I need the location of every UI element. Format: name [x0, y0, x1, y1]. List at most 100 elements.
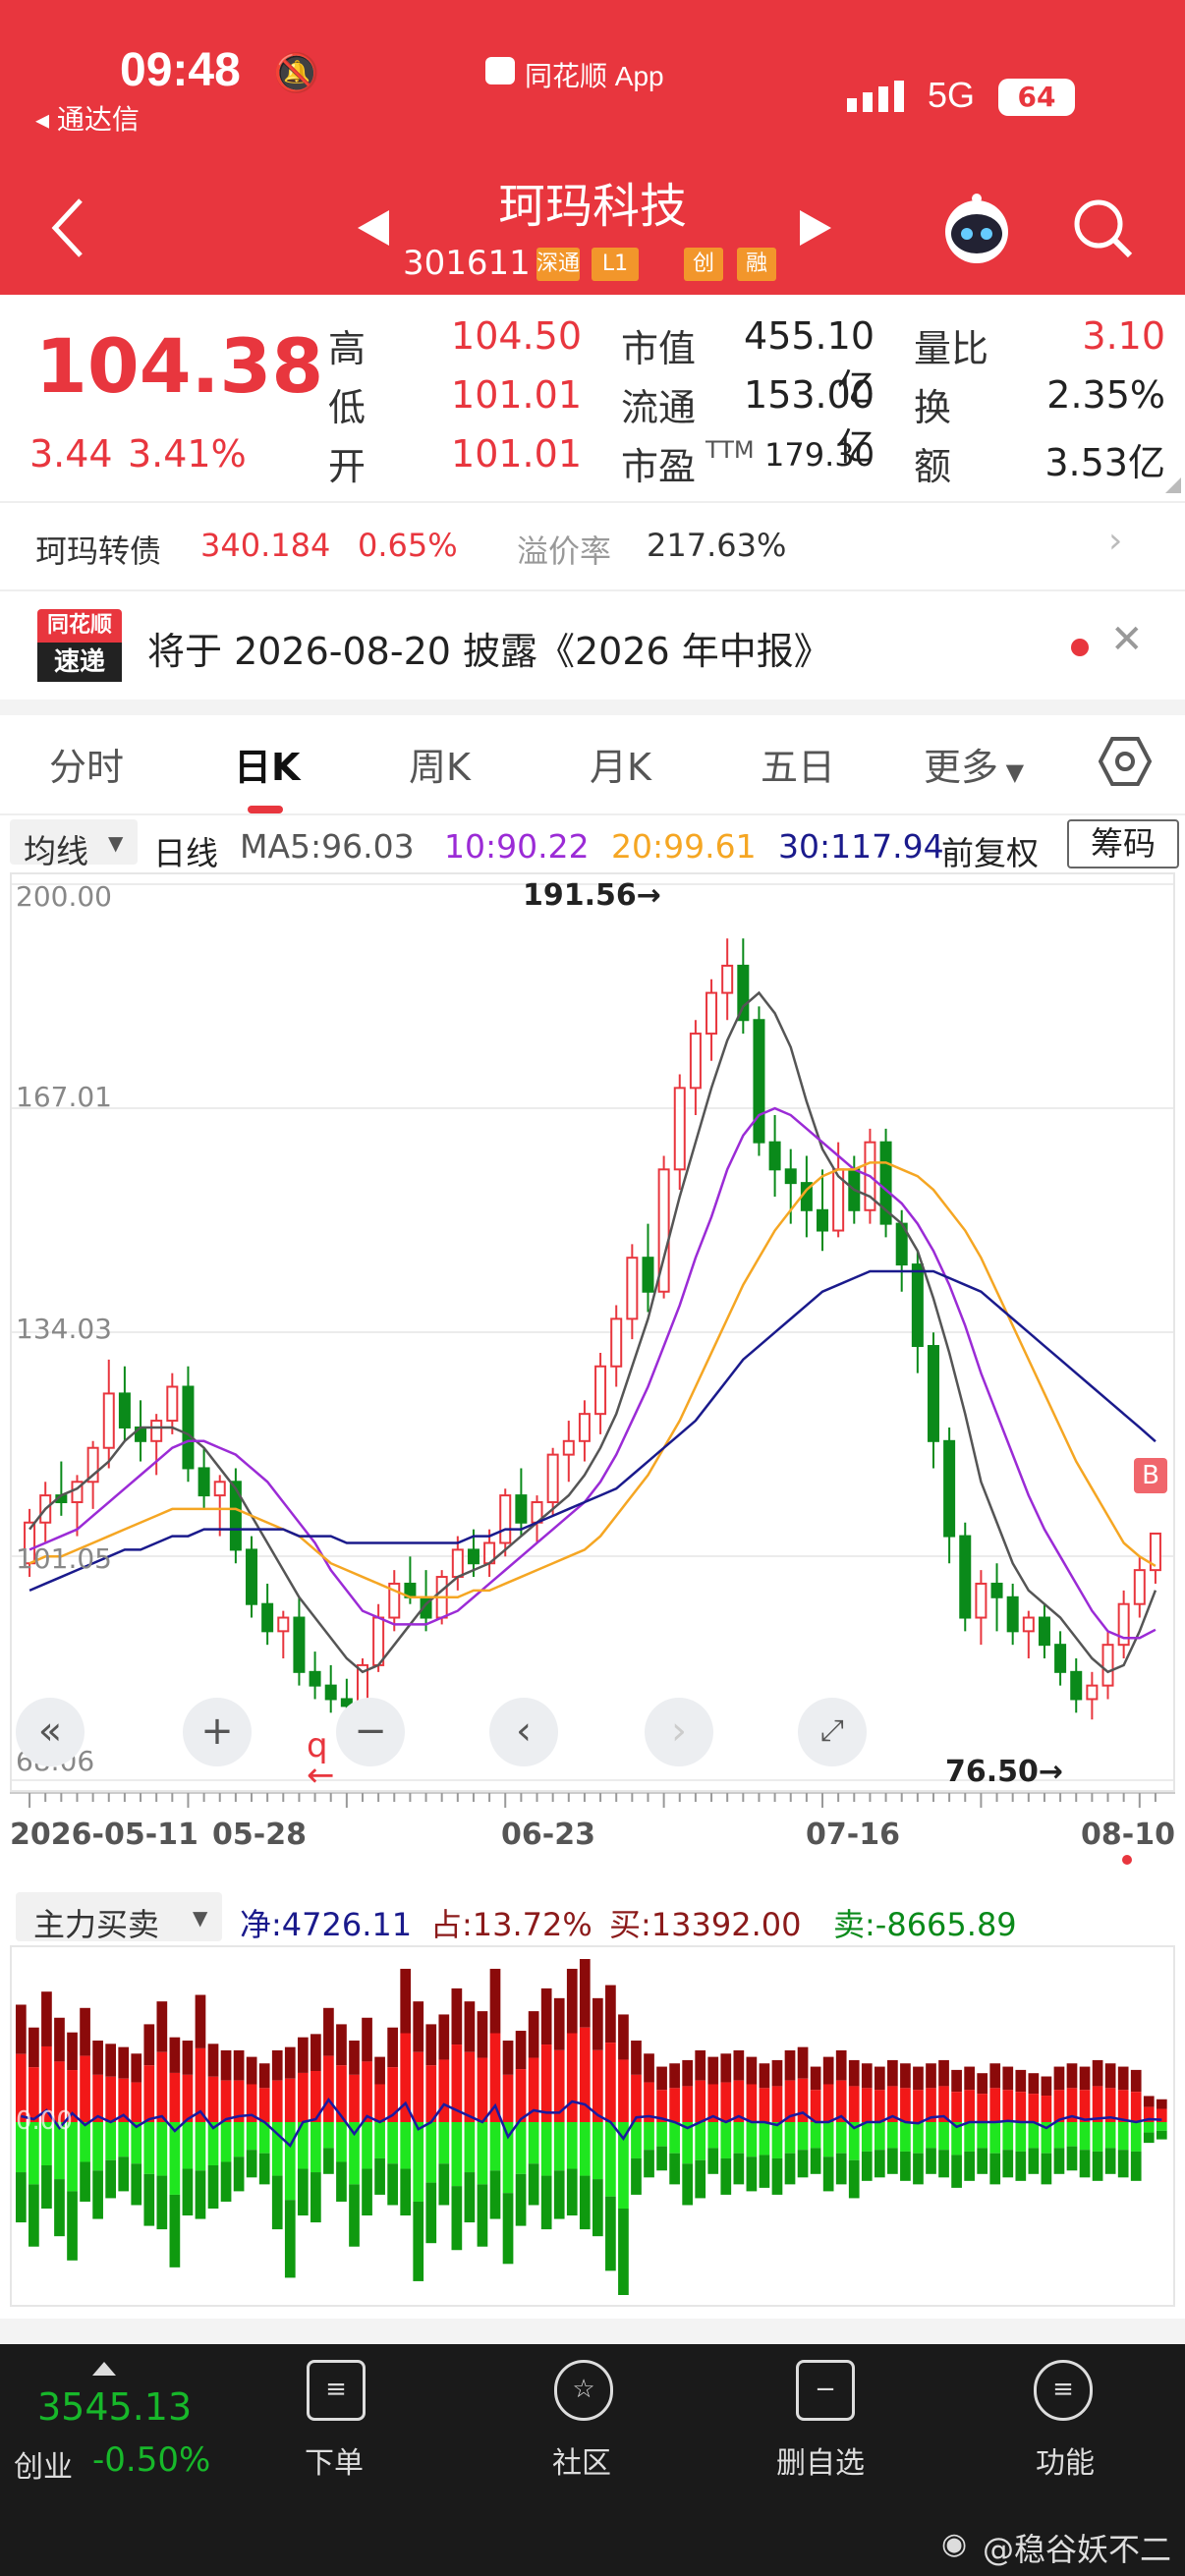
- stock-header: 09:48 🔕 ◂ 通达信 同花顺 App 5G 64 珂玛科技 301611 …: [0, 0, 1185, 295]
- flow-buy-bar: [759, 2088, 770, 2122]
- flow-buy-bar: [258, 2088, 270, 2122]
- candle-body: [1054, 1644, 1067, 1673]
- flow-sell-dark-bar: [425, 2182, 437, 2244]
- tab-monthly-k[interactable]: 月K: [590, 737, 651, 791]
- tab-five-day[interactable]: 五日: [761, 737, 835, 791]
- flow-sell-dark-bar: [1041, 2153, 1052, 2185]
- close-icon[interactable]: ✕: [1110, 617, 1144, 662]
- tab-intraday[interactable]: 分时: [49, 737, 124, 791]
- x-tick-label: 06-23: [501, 1818, 595, 1852]
- flow-sell-bar: [118, 2122, 130, 2157]
- adjust-mode[interactable]: 前复权: [941, 827, 1039, 874]
- zero-line-label: 0.00: [16, 2106, 73, 2136]
- unread-dot-icon: [1071, 639, 1089, 656]
- flow-sell-bar: [1092, 2122, 1103, 2152]
- flow-sell-dark-bar: [631, 2157, 642, 2195]
- flow-sell-dark-bar: [207, 2165, 219, 2209]
- flow-buy-bar: [848, 2086, 860, 2122]
- flow-sell-bar: [540, 2122, 552, 2176]
- flow-chart[interactable]: [10, 1945, 1175, 2307]
- convertible-bond-row[interactable]: 珂玛转债 340.184 0.65% 溢价率 217.63% ›: [0, 503, 1185, 589]
- flow-buy-dark-bar: [822, 2056, 834, 2085]
- chip-button[interactable]: 筹码: [1067, 819, 1179, 868]
- tab-weekly-k[interactable]: 周K: [409, 737, 471, 791]
- next-stock-icon[interactable]: [798, 208, 833, 252]
- flow-buy-bar: [951, 2092, 962, 2122]
- flow-buy-dark-bar: [835, 2049, 847, 2081]
- flow-sell-dark-bar: [323, 2148, 334, 2174]
- flow-sell-dark-bar: [233, 2156, 245, 2192]
- scroll-left-button[interactable]: ‹: [489, 1698, 558, 1766]
- ma5-value: MA5:96.03: [240, 827, 415, 866]
- flow-sell-dark-bar: [759, 2155, 770, 2188]
- flow-sell-bar: [1028, 2122, 1040, 2149]
- flow-buy-dark-bar: [900, 2063, 911, 2089]
- tab-daily-k[interactable]: 日K: [234, 737, 300, 791]
- flow-sell-bar: [156, 2122, 168, 2176]
- amount-label: 额: [914, 445, 952, 488]
- back-to-app-link[interactable]: ◂ 通达信: [35, 98, 140, 138]
- flow-sell-dark-bar: [41, 2165, 52, 2209]
- flow-sell-dark-bar: [835, 2153, 847, 2185]
- flow-sell-dark-bar: [451, 2186, 463, 2251]
- ma-selector[interactable]: 均线 ▼: [10, 819, 138, 870]
- flow-buy-dark-bar: [1143, 2096, 1155, 2107]
- nav-community[interactable]: ☆ 社区: [546, 2344, 625, 2492]
- flow-buy-dark-bar: [566, 1968, 578, 2034]
- nav-functions[interactable]: ≡ 功能: [1028, 2344, 1106, 2492]
- float-label: 流通: [621, 386, 697, 429]
- flow-sell-bar: [887, 2122, 898, 2149]
- flow-sell-dark-bar: [464, 2172, 476, 2223]
- flow-buy-dark-bar: [707, 2056, 719, 2085]
- flow-buy-dark-bar: [502, 2041, 514, 2075]
- flow-sell-bar: [746, 2122, 758, 2157]
- app-logo-icon: [485, 57, 515, 84]
- tag-chinext: 创: [684, 248, 723, 281]
- next-stock-svg: [800, 210, 831, 246]
- flow-buy-bar: [720, 2082, 732, 2122]
- candle-body: [102, 1392, 115, 1449]
- fullscreen-button[interactable]: ⤢: [798, 1698, 867, 1766]
- search-icon[interactable]: [1071, 196, 1134, 263]
- flow-sell-dark-bar: [67, 2191, 78, 2261]
- candle-body: [324, 1684, 337, 1701]
- flow-buy-bar: [913, 2090, 924, 2122]
- scroll-right-button[interactable]: ›: [645, 1698, 713, 1766]
- nav-remove-watchlist[interactable]: − 删自选: [766, 2344, 884, 2492]
- flow-buy-bar: [989, 2088, 1001, 2122]
- flow-sell-bar: [438, 2122, 450, 2164]
- robot-assistant-icon[interactable]: [939, 193, 1014, 271]
- flow-sell-dark-bar: [349, 2184, 360, 2247]
- flow-buy-bar: [1028, 2094, 1040, 2122]
- candle-body: [562, 1439, 575, 1456]
- kline-chart[interactable]: [10, 872, 1175, 1792]
- zoom-in-button[interactable]: +: [183, 1698, 252, 1766]
- tab-more[interactable]: 更多 ▼: [924, 737, 1024, 791]
- chevron-right-icon: ›: [1108, 521, 1123, 561]
- indicator-selector[interactable]: 主力买卖 ▼: [16, 1892, 222, 1943]
- report-notice[interactable]: 同花顺 速递 将于 2026-08-20 披露《2026 年中报》 ✕: [0, 591, 1185, 700]
- flow-buy-dark-bar: [977, 2073, 988, 2095]
- caret-down-icon: ▼: [998, 758, 1025, 786]
- flow-sell-bar: [195, 2122, 206, 2171]
- zoom-out-button[interactable]: −: [336, 1698, 405, 1766]
- settings-hexagon-icon[interactable]: [1098, 735, 1153, 792]
- flow-sell-bar: [926, 2122, 936, 2149]
- flow-sell-bar: [489, 2122, 501, 2171]
- zoom-reset-button[interactable]: «: [16, 1698, 85, 1766]
- candle-body: [943, 1439, 956, 1538]
- candle-body: [927, 1345, 939, 1442]
- nav-order[interactable]: ≡ 下单: [295, 2344, 373, 2492]
- flow-buy-dark-bar: [1066, 2063, 1078, 2089]
- flow-buy-bar: [810, 2090, 821, 2122]
- flow-sell-bar: [387, 2122, 398, 2164]
- expand-corner-icon[interactable]: [1165, 477, 1181, 493]
- flow-buy-dark-bar: [938, 2059, 949, 2087]
- kline-chart-svg: [12, 883, 1173, 1781]
- flow-buy-bar: [682, 2086, 694, 2122]
- flow-buy-dark-bar: [92, 2041, 103, 2075]
- flow-buy-bar: [1015, 2092, 1027, 2122]
- flow-sell-bar: [323, 2122, 334, 2149]
- index-ticker[interactable]: 3545.13 创业 -0.50%: [14, 2354, 230, 2492]
- flow-sell-bar: [374, 2122, 385, 2158]
